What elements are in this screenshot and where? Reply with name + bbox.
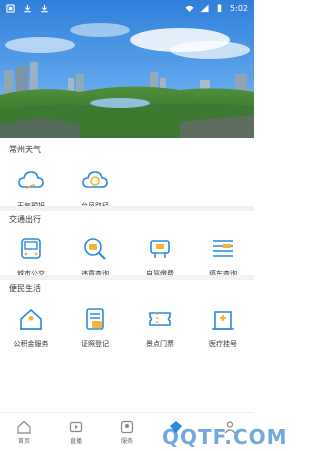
nav-home-label: 首页 — [17, 438, 30, 445]
typhoon-path-icon — [82, 171, 108, 188]
car-payment-icon — [150, 240, 170, 258]
section-title-life: 便民生活 — [9, 284, 41, 293]
car-payment-button[interactable]: 自驾缴费 — [130, 234, 190, 279]
city-skyline-image — [0, 0, 254, 138]
license-register-button[interactable]: 证照登记 — [65, 304, 125, 349]
battery-icon — [217, 3, 222, 12]
license-register-icon — [86, 308, 104, 330]
house-fund-label: 公积金服务 — [13, 340, 49, 348]
watermark-text: QQTF.COM — [162, 425, 288, 449]
section-divider — [0, 206, 254, 211]
section-title-transport: 交通出行 — [9, 215, 41, 224]
nav-item-home[interactable]: 首页 — [4, 420, 44, 445]
hospital-label: 医疗挂号 — [209, 340, 237, 348]
license-register-label: 证照登记 — [81, 340, 109, 348]
service-icon — [120, 420, 134, 434]
nav-item-live[interactable]: 直播 — [56, 420, 96, 445]
status-time: 5:02 — [230, 3, 248, 13]
notification-icon — [6, 3, 15, 13]
hero-banner[interactable] — [0, 0, 254, 138]
typhoon-path-button[interactable]: 台风路径 — [65, 166, 125, 211]
download-icon — [24, 4, 31, 12]
section-divider — [0, 275, 254, 280]
weather-cloud-icon — [18, 171, 44, 190]
violation-search-icon — [84, 238, 106, 260]
weather-forecast-button[interactable]: 天气预报 — [1, 166, 61, 211]
home-icon — [17, 420, 31, 434]
parking-search-icon — [213, 240, 233, 257]
ticket-icon — [149, 312, 171, 326]
nav-live-label: 直播 — [69, 438, 82, 445]
signal-icon — [200, 3, 209, 12]
status-bar: 5:02 — [0, 0, 254, 16]
nav-service-label: 服务 — [120, 438, 133, 445]
download-icon — [41, 4, 48, 12]
hospital-button[interactable]: 医疗挂号 — [193, 304, 253, 349]
ticket-button[interactable]: 景点门票 — [130, 304, 190, 349]
wifi-icon — [185, 5, 194, 12]
live-video-icon — [69, 421, 83, 433]
hospital-icon — [212, 311, 234, 330]
section-title-weather: 常州天气 — [9, 145, 41, 154]
nav-item-service[interactable]: 服务 — [107, 420, 147, 445]
violation-search-button[interactable]: 违章查询 — [65, 234, 125, 279]
city-bus-button[interactable]: 城市公交 — [1, 234, 61, 279]
house-fund-button[interactable]: 公积金服务 — [1, 304, 61, 349]
house-fund-icon — [20, 308, 42, 330]
bus-icon — [21, 238, 41, 259]
parking-search-button[interactable]: 停车查询 — [193, 234, 253, 279]
ticket-label: 景点门票 — [146, 340, 174, 348]
